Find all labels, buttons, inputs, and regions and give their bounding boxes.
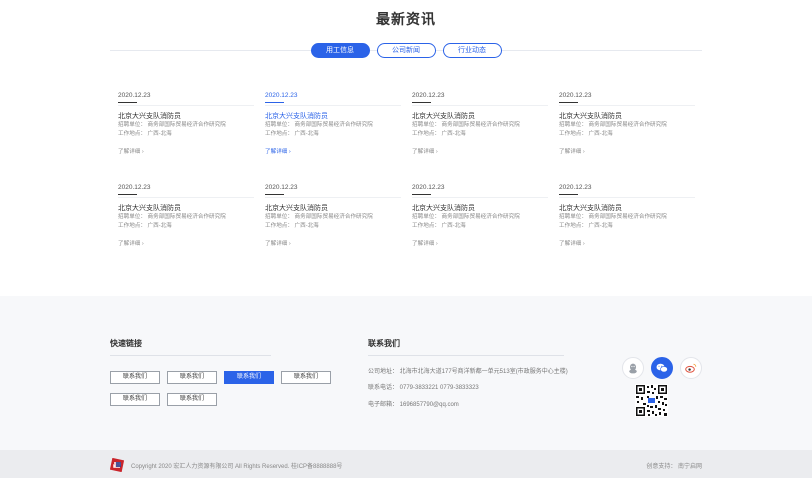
footer: 快速链接 联系我们 联系我们 联系我们 联系我们 联系我们 联系我们 联系我们 … xyxy=(0,296,812,450)
card-divider xyxy=(118,197,254,198)
news-card[interactable]: 2020.12.23 北京大兴支队消防员 招聘单位： 商务部国际贸易经济合作研究院工… xyxy=(412,91,548,171)
learn-more-link[interactable]: 了解详细 › xyxy=(412,240,548,248)
company-logo xyxy=(109,457,125,477)
contact-email: 电子邮箱： 1696857790@qq.com xyxy=(368,402,459,408)
news-location: 工作地点： 广西-北海 xyxy=(118,223,172,229)
date-underline xyxy=(265,194,284,195)
news-title[interactable]: 北京大兴支队消防员 xyxy=(265,204,401,213)
contact-phone: 联系电话： 0779-3833221 0779-3833323 xyxy=(368,385,479,391)
quick-links-title: 快速链接 xyxy=(110,339,142,348)
quick-links-divider xyxy=(110,355,271,356)
date-underline xyxy=(118,102,137,103)
news-employer: 招聘单位： 商务部国际贸易经济合作研究院 xyxy=(118,122,226,128)
news-title[interactable]: 北京大兴支队消防员 xyxy=(118,112,254,121)
card-divider xyxy=(559,197,695,198)
news-date: 2020.12.23 xyxy=(265,184,298,191)
news-card[interactable]: 2020.12.23 北京大兴支队消防员 招聘单位： 商务部国际贸易经济合作研究院工… xyxy=(118,91,254,171)
card-divider xyxy=(265,105,401,106)
news-card[interactable]: 2020.12.23 北京大兴支队消防员 招聘单位： 商务部国际贸易经济合作研究院工… xyxy=(559,91,695,171)
quick-link-button[interactable]: 联系我们 xyxy=(281,371,331,384)
copyright-text: Copyright 2020 宏汇人力资源有限公司 All Rights Res… xyxy=(131,464,343,470)
news-date: 2020.12.23 xyxy=(559,184,592,191)
date-underline xyxy=(559,102,578,103)
qr-code-image xyxy=(635,384,668,422)
news-employer: 招聘单位： 商务部国际贸易经济合作研究院 xyxy=(559,214,667,220)
news-location: 工作地点： 广西-北海 xyxy=(559,223,613,229)
support-credit: 创意支持： 南宁启网 xyxy=(646,464,702,470)
news-employer: 招聘单位： 商务部国际贸易经济合作研究院 xyxy=(265,214,373,220)
news-title[interactable]: 北京大兴支队消防员 xyxy=(265,112,401,121)
card-divider xyxy=(118,105,254,106)
contact-title: 联系我们 xyxy=(368,339,400,348)
section-title: 最新资讯 xyxy=(376,11,436,27)
quick-link-button[interactable]: 联系我们 xyxy=(167,371,217,384)
news-location: 工作地点： 广西-北海 xyxy=(412,131,466,137)
news-title[interactable]: 北京大兴支队消防员 xyxy=(412,204,548,213)
news-employer: 招聘单位： 商务部国际贸易经济合作研究院 xyxy=(412,214,520,220)
news-location: 工作地点： 广西-北海 xyxy=(559,131,613,137)
contact-divider xyxy=(368,355,564,356)
news-card[interactable]: 2020.12.23 北京大兴支队消防员 招聘单位： 商务部国际贸易经济合作研究院工… xyxy=(118,183,254,263)
news-location: 工作地点： 广西-北海 xyxy=(412,223,466,229)
learn-more-link[interactable]: 了解详细 › xyxy=(118,148,254,156)
news-title[interactable]: 北京大兴支队消防员 xyxy=(412,112,548,121)
tab-company-news[interactable]: 公司新闻 xyxy=(376,43,436,58)
news-employer: 招聘单位： 商务部国际贸易经济合作研究院 xyxy=(412,122,520,128)
news-tabs: 用工信息 公司新闻 行业动态 xyxy=(0,43,812,58)
date-underline xyxy=(412,194,431,195)
quick-link-button[interactable]: 联系我们 xyxy=(110,371,160,384)
news-location: 工作地点： 广西-北海 xyxy=(265,131,319,137)
qq-icon[interactable] xyxy=(622,357,644,379)
news-date: 2020.12.23 xyxy=(118,92,151,99)
news-employer: 招聘单位： 商务部国际贸易经济合作研究院 xyxy=(265,122,373,128)
news-title[interactable]: 北京大兴支队消防员 xyxy=(118,204,254,213)
news-employer: 招聘单位： 商务部国际贸易经济合作研究院 xyxy=(559,122,667,128)
date-underline xyxy=(265,102,284,103)
wechat-icon[interactable] xyxy=(651,357,673,379)
contact-address: 公司地址： 北海市北海大道177号商洋新都一单元513室(市政服务中心主楼) xyxy=(368,369,568,375)
quick-link-button[interactable]: 联系我们 xyxy=(110,393,160,406)
tab-industry-news[interactable]: 行业动态 xyxy=(442,43,502,58)
news-title[interactable]: 北京大兴支队消防员 xyxy=(559,204,695,213)
learn-more-link[interactable]: 了解详细 › xyxy=(559,148,695,156)
news-date: 2020.12.23 xyxy=(412,184,445,191)
quick-link-button-active[interactable]: 联系我们 xyxy=(224,371,274,384)
news-date: 2020.12.23 xyxy=(265,92,298,99)
news-card[interactable]: 2020.12.23 北京大兴支队消防员 招聘单位： 商务部国际贸易经济合作研究院工… xyxy=(412,183,548,263)
news-title[interactable]: 北京大兴支队消防员 xyxy=(559,112,695,121)
weibo-icon[interactable] xyxy=(680,357,702,379)
tab-employment-info[interactable]: 用工信息 xyxy=(310,43,370,58)
date-underline xyxy=(118,194,137,195)
card-divider xyxy=(559,105,695,106)
news-date: 2020.12.23 xyxy=(118,184,151,191)
card-divider xyxy=(265,197,401,198)
news-card[interactable]: 2020.12.23 北京大兴支队消防员 招聘单位： 商务部国际贸易经济合作研究院工… xyxy=(265,183,401,263)
news-location: 工作地点： 广西-北海 xyxy=(118,131,172,137)
news-card[interactable]: 2020.12.23 北京大兴支队消防员 招聘单位： 商务部国际贸易经济合作研究院工… xyxy=(265,91,401,171)
learn-more-link[interactable]: 了解详细 › xyxy=(265,148,401,156)
card-divider xyxy=(412,197,548,198)
learn-more-link[interactable]: 了解详细 › xyxy=(559,240,695,248)
news-employer: 招聘单位： 商务部国际贸易经济合作研究院 xyxy=(118,214,226,220)
date-underline xyxy=(412,102,431,103)
quick-link-button[interactable]: 联系我们 xyxy=(167,393,217,406)
news-date: 2020.12.23 xyxy=(559,92,592,99)
learn-more-link[interactable]: 了解详细 › xyxy=(118,240,254,248)
news-location: 工作地点： 广西-北海 xyxy=(265,223,319,229)
card-divider xyxy=(412,105,548,106)
news-card[interactable]: 2020.12.23 北京大兴支队消防员 招聘单位： 商务部国际贸易经济合作研究院工… xyxy=(559,183,695,263)
date-underline xyxy=(559,194,578,195)
learn-more-link[interactable]: 了解详细 › xyxy=(412,148,548,156)
learn-more-link[interactable]: 了解详细 › xyxy=(265,240,401,248)
news-date: 2020.12.23 xyxy=(412,92,445,99)
